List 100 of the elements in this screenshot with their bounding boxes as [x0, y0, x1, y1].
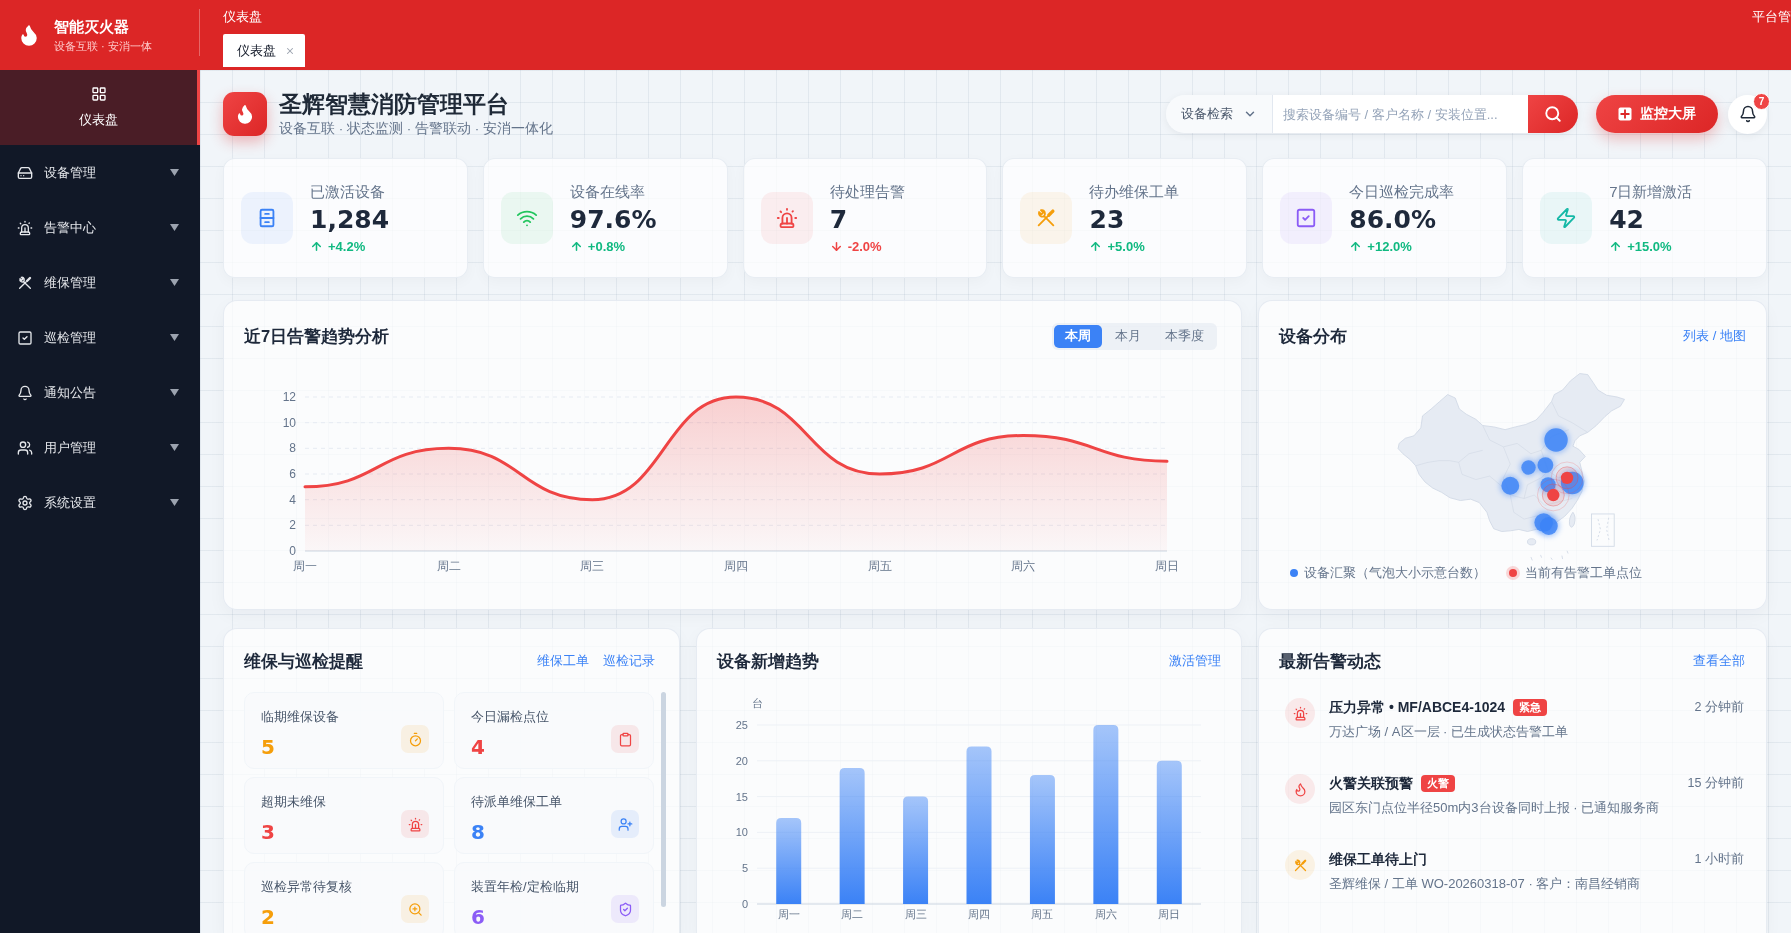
axis-tick-label: 10: [282, 415, 296, 430]
header-link[interactable]: 巡检记录: [603, 651, 655, 670]
scope-select[interactable]: 设备检索: [1166, 95, 1273, 133]
reminder-count: 2: [261, 905, 276, 929]
reminder-label: 今日漏检点位: [471, 708, 549, 725]
reminder-label: 装置年检/定检临期: [471, 878, 579, 895]
nav-item[interactable]: 巡检管理: [0, 310, 200, 365]
user-menu[interactable]: 平台管: [1752, 0, 1791, 70]
reminder-label: 临期维保设备: [261, 708, 339, 725]
nav-item[interactable]: 通知公告: [0, 365, 200, 420]
stat-value: 7: [829, 203, 849, 236]
header-link[interactable]: 查看全部: [1693, 651, 1745, 670]
bell-icon: [1738, 105, 1757, 123]
page-subtitle: 设备互联 · 状态监测 · 告警联动 · 安消一体化: [279, 120, 553, 137]
stat-change: +15.0%: [1627, 237, 1672, 255]
notification-badge: 7: [1753, 92, 1770, 110]
caret-icon: [170, 334, 179, 341]
nav-item[interactable]: 用户管理: [0, 420, 200, 475]
axis-tick-label: 10: [735, 826, 748, 839]
alert-title: 火警关联预警: [1329, 774, 1413, 792]
axis-tick-label: 4: [289, 492, 296, 507]
notification-button[interactable]: 7: [1728, 94, 1767, 134]
axis-tick-label: 25: [735, 719, 748, 731]
siren-icon: [17, 219, 33, 236]
legend-label: 设备汇聚（气泡大小示意台数）: [1303, 565, 1486, 581]
nav-item[interactable]: 设备管理: [0, 145, 200, 200]
reminder-card[interactable]: 临期维保设备 5: [244, 692, 444, 769]
brand-title: 智能灭火器: [54, 17, 130, 36]
reminder-count: 6: [471, 905, 486, 929]
checkbox-icon: [17, 329, 33, 346]
alert-title: 维保工单待上门: [1329, 850, 1427, 868]
axis-tick-label: 周六: [1094, 908, 1117, 920]
axis-tick-label: 8: [289, 441, 296, 456]
stat-change: +5.0%: [1107, 237, 1145, 255]
stat-value: 42: [1609, 203, 1645, 236]
search-field[interactable]: 搜索设备编号 / 客户名称 / 安装位置...: [1273, 95, 1528, 133]
settings-icon: [17, 494, 33, 511]
stat-label: 7日新增激活: [1609, 181, 1693, 201]
alert-time: 2 分钟前: [1694, 699, 1744, 716]
grid-icon: [1618, 107, 1632, 121]
nav-item[interactable]: 维保管理: [0, 255, 200, 310]
caret-icon: [170, 279, 179, 286]
stat-value: 23: [1089, 203, 1126, 236]
page-title: 圣辉智慧消防管理平台: [279, 91, 510, 118]
reminder-card[interactable]: 今日漏检点位 4: [454, 692, 654, 769]
axis-tick-label: 周一: [293, 559, 317, 573]
reminder-count: 5: [261, 735, 276, 759]
alert-detail: 园区东门点位半径50m内3台设备同时上报 · 已通知服务商: [1329, 799, 1661, 817]
stat-value: 97.6%: [569, 203, 657, 236]
tools-icon: [17, 274, 33, 291]
caret-icon: [170, 169, 179, 176]
siren-icon: [401, 810, 429, 838]
stat-label: 待办维保工单: [1089, 181, 1180, 201]
reminder-count: 8: [471, 820, 486, 844]
panel-title: 维保与巡检提醒: [244, 650, 363, 672]
alert-time: 1 小时前: [1694, 851, 1744, 868]
brand-subtitle: 设备互联 · 安消一体: [54, 38, 152, 53]
axis-tick-label: 0: [289, 544, 296, 558]
axis-tick-label: 周三: [904, 908, 927, 920]
caret-icon: [170, 499, 179, 506]
stat-change: +0.8%: [587, 237, 626, 255]
alert-time: 15 分钟前: [1687, 775, 1744, 792]
scrollbar[interactable]: [661, 692, 666, 907]
nav-item[interactable]: 仪表盘: [0, 70, 200, 145]
user-plus-icon: [611, 810, 639, 838]
period-tab[interactable]: 本月: [1103, 324, 1152, 348]
period-tab[interactable]: 本周: [1053, 324, 1102, 348]
search-icon: [1544, 105, 1562, 123]
panel-title: 最新告警动态: [1279, 650, 1381, 672]
page-tab[interactable]: 仪表盘: [223, 34, 305, 67]
caret-icon: [170, 444, 179, 451]
period-tab[interactable]: 本季度: [1153, 324, 1215, 348]
view-toggle-link[interactable]: 列表 / 地图: [1683, 327, 1746, 345]
grid-icon: [90, 86, 107, 102]
axis-tick-label: 周一: [777, 908, 800, 920]
clipboard-icon: [611, 725, 639, 753]
stat-label: 今日巡检完成率: [1349, 181, 1455, 201]
axis-tick-label: 周五: [867, 559, 892, 573]
nav-item[interactable]: 告警中心: [0, 200, 200, 255]
monitor-button[interactable]: 监控大屏: [1596, 95, 1718, 133]
axis-tick-label: 周二: [436, 559, 461, 573]
nav-item[interactable]: 系统设置: [0, 475, 200, 530]
axis-tick-label: 周四: [724, 559, 748, 573]
reminder-card[interactable]: 待派单维保工单 8: [454, 777, 654, 854]
legend-label: 当前有告警工单点位: [1524, 565, 1642, 581]
reminder-card[interactable]: 装置年检/定检临期 6: [454, 862, 654, 933]
axis-tick-label: 12: [282, 390, 296, 404]
close-icon[interactable]: [285, 45, 295, 56]
stat-label: 待处理告警: [829, 181, 905, 201]
header-link[interactable]: 维保工单: [537, 651, 589, 670]
stat-label: 已激活设备: [310, 181, 386, 201]
search-button[interactable]: [1528, 95, 1578, 133]
reminder-card[interactable]: 巡检异常待复核 2: [244, 862, 444, 933]
alert-badge: 火警: [1421, 774, 1455, 792]
reminder-count: 3: [261, 820, 276, 844]
reminder-card[interactable]: 超期未维保 3: [244, 777, 444, 854]
axis-tick-label: 周日: [1155, 559, 1179, 573]
caret-icon: [170, 224, 179, 231]
header-link[interactable]: 激活管理: [1169, 651, 1221, 670]
alert-detail: 万达广场 / A区一层 · 已生成状态告警工单: [1329, 723, 1570, 741]
